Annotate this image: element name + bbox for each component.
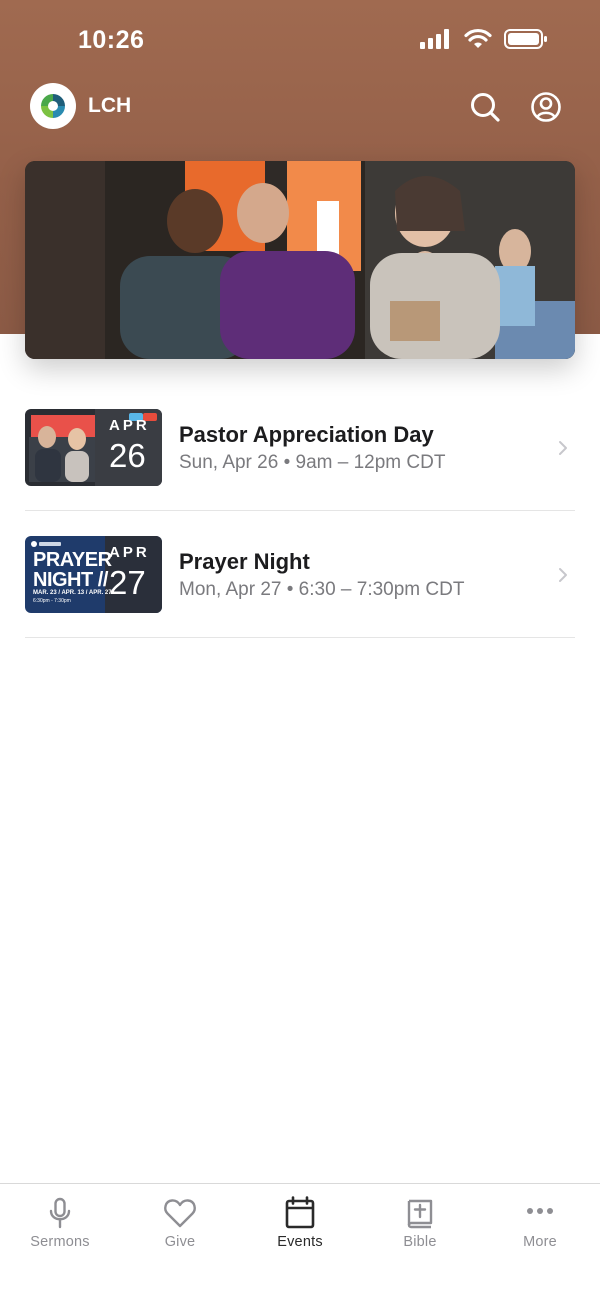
app-title: LCH	[88, 94, 132, 117]
tab-sermons[interactable]: Sermons	[0, 1184, 120, 1264]
event-row[interactable]: PRAYER NIGHT // MAR. 23 / APR. 13 / APR.…	[25, 511, 575, 638]
tab-label: Sermons	[30, 1234, 90, 1250]
tab-give[interactable]: Give	[120, 1184, 240, 1264]
event-thumbnail: APR 26	[25, 409, 162, 486]
app-bar: LCH	[0, 80, 600, 132]
event-datetime: Sun, Apr 26 • 9am – 12pm CDT	[179, 452, 446, 473]
event-thumbnail-time: 6:30pm - 7:30pm	[33, 598, 71, 604]
event-datetime: Mon, Apr 27 • 6:30 – 7:30pm CDT	[179, 579, 465, 600]
tab-events[interactable]: Events	[240, 1184, 360, 1264]
event-title: Prayer Night	[179, 549, 310, 574]
wifi-icon	[464, 28, 492, 48]
microphone-icon	[49, 1197, 71, 1229]
tab-bar: Sermons Give Events Bible More	[0, 1183, 600, 1300]
chevron-right-icon	[559, 568, 567, 582]
search-icon	[471, 93, 500, 122]
tab-bible[interactable]: Bible	[360, 1184, 480, 1264]
more-dots-icon	[527, 1208, 553, 1214]
tab-label: More	[523, 1234, 557, 1250]
battery-icon	[504, 29, 547, 49]
event-thumbnail-day: 26	[109, 437, 146, 474]
event-thumbnail-month: APR	[109, 417, 150, 434]
tab-label: Give	[164, 1234, 196, 1250]
church-logo[interactable]	[30, 83, 76, 129]
event-thumbnail: PRAYER NIGHT // MAR. 23 / APR. 13 / APR.…	[25, 536, 162, 613]
heart-icon	[164, 1199, 196, 1228]
hero-photo	[25, 161, 575, 359]
tab-more[interactable]: More	[480, 1184, 600, 1264]
event-thumbnail-month: APR	[109, 544, 150, 561]
status-time: 10:26	[78, 26, 145, 54]
calendar-icon	[285, 1196, 315, 1229]
event-list: APR 26 Pastor Appreciation Day Sun, Apr …	[25, 384, 575, 638]
search-button[interactable]	[468, 90, 502, 124]
bible-icon	[407, 1199, 433, 1229]
tab-label: Bible	[403, 1234, 437, 1250]
chevron-right-icon	[559, 441, 567, 455]
account-icon	[531, 92, 561, 122]
logo-mark-icon	[41, 94, 65, 118]
event-thumbnail-text: PRAYER NIGHT //	[33, 549, 112, 591]
tab-label: Events	[277, 1234, 323, 1250]
account-button[interactable]	[529, 90, 563, 124]
status-bar: 10:26	[0, 0, 600, 80]
event-row[interactable]: APR 26 Pastor Appreciation Day Sun, Apr …	[25, 384, 575, 511]
cellular-signal-icon	[420, 29, 449, 49]
status-icons	[420, 28, 548, 50]
event-title: Pastor Appreciation Day	[179, 422, 434, 447]
event-thumbnail-day: 27	[109, 564, 146, 601]
hero-banner-image[interactable]	[25, 161, 575, 359]
